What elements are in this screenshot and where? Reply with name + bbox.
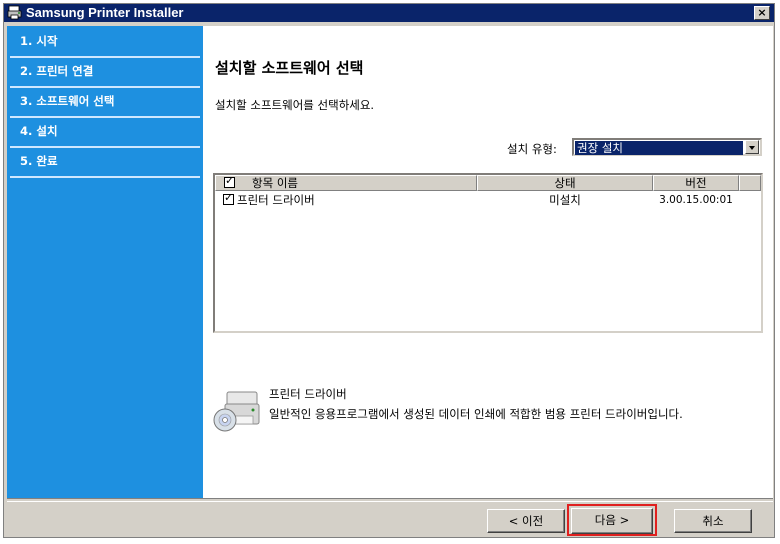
- install-type-label: 설치 유형:: [507, 142, 557, 156]
- column-header-label: 상태: [554, 176, 576, 190]
- instruction-text: 설치할 소프트웨어를 선택하세요.: [215, 98, 375, 112]
- software-list[interactable]: 항목 이름 상태 버전 프린터 드라이버 미설치 3.00.15.00:01: [213, 173, 763, 333]
- sidebar-step-label: 1. 시작: [20, 34, 58, 48]
- page-title: 설치할 소프트웨어 선택: [215, 59, 364, 77]
- sidebar-step-start: 1. 시작: [7, 28, 203, 56]
- row-name: 프린터 드라이버: [237, 193, 315, 207]
- select-all-checkbox[interactable]: [224, 175, 235, 188]
- column-header-version[interactable]: 버전: [653, 175, 739, 191]
- list-header: 항목 이름 상태 버전: [215, 175, 761, 191]
- close-button[interactable]: ×: [754, 6, 770, 20]
- cancel-button[interactable]: 취소: [674, 509, 752, 533]
- chevron-down-icon[interactable]: [745, 140, 759, 154]
- column-header-label: 항목 이름: [252, 176, 298, 190]
- main-panel: 설치할 소프트웨어 선택 설치할 소프트웨어를 선택하세요. 설치 유형: 권장…: [203, 26, 773, 498]
- column-header-filler: [739, 175, 761, 191]
- column-header-status[interactable]: 상태: [477, 175, 653, 191]
- sidebar-step-label: 2. 프린터 연결: [20, 64, 94, 78]
- info-description: 일반적인 응용프로그램에서 생성된 데이터 인쇄에 적합한 범용 프린터 드라이…: [269, 407, 683, 421]
- sidebar-step-install: 4. 설치: [7, 118, 203, 146]
- install-type-select[interactable]: 권장 설치: [572, 138, 762, 156]
- info-title: 프린터 드라이버: [269, 387, 347, 401]
- column-header-label: 버전: [685, 176, 707, 190]
- sidebar-step-label: 5. 완료: [20, 154, 58, 168]
- printer-cd-icon: [213, 391, 260, 432]
- row-status: 미설치: [549, 193, 581, 207]
- footer-divider: [7, 498, 773, 502]
- table-row[interactable]: 프린터 드라이버 미설치 3.00.15.00:01: [215, 192, 761, 208]
- window-title: Samsung Printer Installer: [26, 5, 184, 20]
- installer-window: Samsung Printer Installer × 1. 시작 2. 프린터…: [3, 3, 775, 538]
- row-version: 3.00.15.00:01: [659, 194, 733, 206]
- back-button[interactable]: < 이전: [487, 509, 565, 533]
- row-checkbox[interactable]: [223, 192, 234, 205]
- steps-sidebar: 1. 시작 2. 프린터 연결 3. 소프트웨어 선택 4. 설치 5. 완료: [7, 26, 203, 498]
- next-button[interactable]: 다음 >: [571, 508, 653, 534]
- step-divider: [10, 176, 200, 178]
- sidebar-step-label: 4. 설치: [20, 124, 58, 138]
- sidebar-step-label: 3. 소프트웨어 선택: [20, 94, 115, 108]
- printer-installer-icon: [7, 5, 22, 20]
- install-type-value: 권장 설치: [575, 141, 743, 155]
- column-header-name[interactable]: 항목 이름: [215, 175, 477, 191]
- sidebar-step-connect: 2. 프린터 연결: [7, 58, 203, 86]
- title-bar[interactable]: Samsung Printer Installer ×: [4, 4, 774, 22]
- sidebar-step-finish: 5. 완료: [7, 148, 203, 176]
- sidebar-step-software: 3. 소프트웨어 선택: [7, 88, 203, 116]
